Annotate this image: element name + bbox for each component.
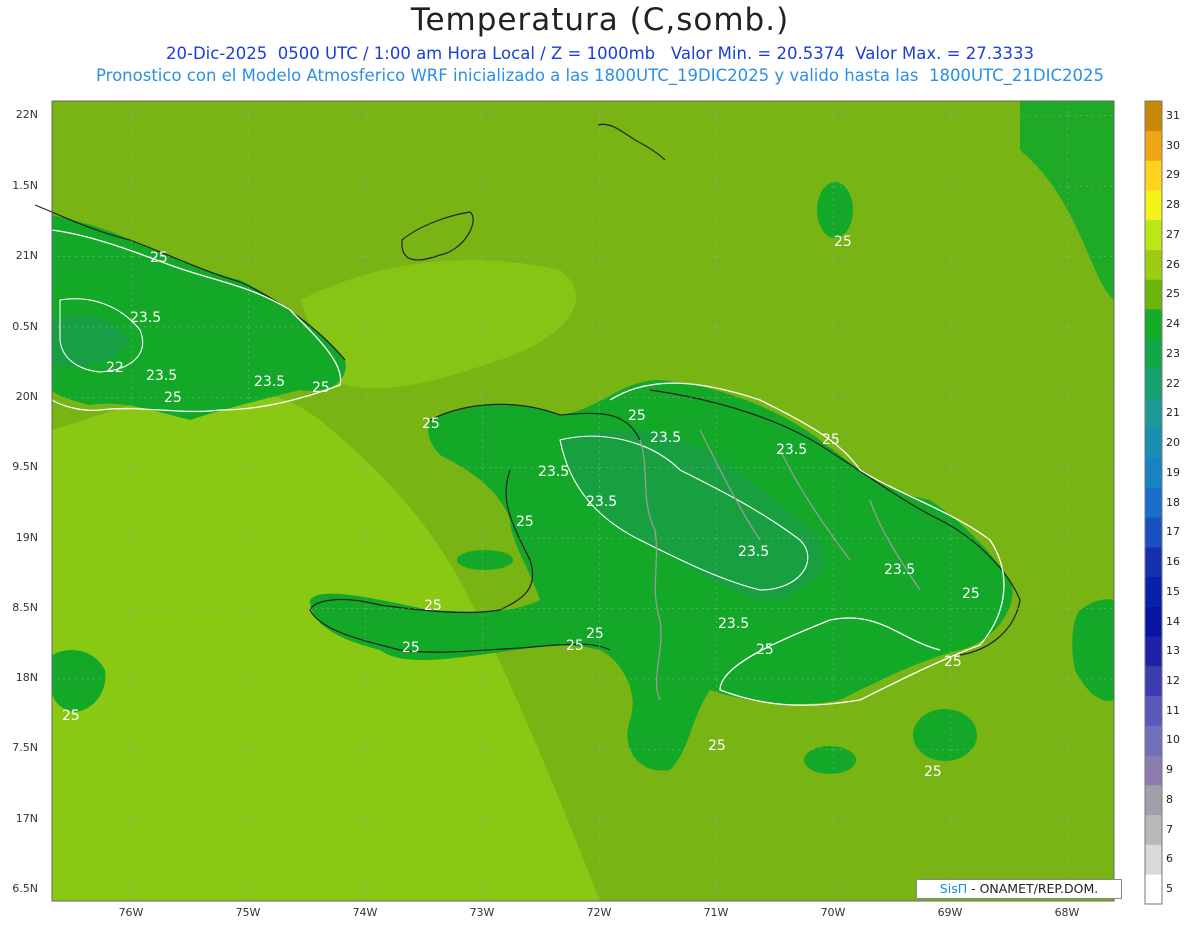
colorbar-swatch: [1145, 249, 1162, 280]
lat-label: 9.5N: [12, 460, 38, 473]
colorbar-tick-label: 8: [1166, 792, 1173, 806]
credit-text: - ONAMET/REP.DOM.: [967, 881, 1099, 896]
colorbar-swatch: [1145, 606, 1162, 637]
subtitle-valid-time: 20-Dic-2025 0500 UTC / 1:00 am Hora Loca…: [166, 44, 1034, 63]
colorbar-swatch: [1145, 844, 1162, 875]
lat-label: 0.5N: [12, 320, 38, 333]
colorbar-swatch: [1145, 755, 1162, 786]
colorbar-tick-label: 6: [1166, 852, 1173, 866]
colorbar-tick-label: 28: [1166, 198, 1180, 212]
colorbar-tick-label: 19: [1166, 465, 1180, 479]
colorbar-swatch: [1145, 874, 1162, 905]
colorbar-swatch: [1145, 101, 1162, 132]
colorbar-tick-label: 26: [1166, 257, 1180, 271]
colorbar-tick-label: 23: [1166, 346, 1180, 360]
lat-label: 22N: [15, 108, 38, 121]
colorbar-swatch: [1145, 219, 1162, 250]
colorbar-swatch: [1145, 517, 1162, 548]
subtitle-model-info: Pronostico con el Modelo Atmosferico WRF…: [96, 66, 1104, 85]
lat-label: 17N: [15, 812, 38, 825]
colorbar-tick-label: 17: [1166, 525, 1180, 539]
colorbar-tick-label: 30: [1166, 138, 1180, 152]
colorbar-tick-label: 7: [1166, 822, 1173, 836]
colorbar-swatch: [1145, 338, 1162, 369]
lon-label: 72W: [586, 906, 612, 919]
colorbar-swatch: [1145, 368, 1162, 399]
colorbar-swatch: [1145, 309, 1162, 340]
credit-box: SisΠ - ONAMET/REP.DOM.: [916, 879, 1122, 899]
colorbar-tick-label: 12: [1166, 673, 1180, 687]
lon-label: 71W: [703, 906, 729, 919]
lon-label: 70W: [820, 906, 846, 919]
colorbar-swatch: [1145, 398, 1162, 429]
colorbar-tick-label: 25: [1166, 287, 1180, 301]
colorbar-swatch: [1145, 636, 1162, 667]
lat-label: 6.5N: [12, 882, 38, 895]
colorbar-tick-label: 5: [1166, 882, 1173, 896]
colorbar-swatch: [1145, 695, 1162, 726]
colorbar-swatch: [1145, 457, 1162, 488]
colorbar-tick-label: 14: [1166, 614, 1180, 628]
lon-label: 73W: [469, 906, 495, 919]
sispi-logo: SisΠ: [939, 881, 968, 896]
lon-label: 68W: [1054, 906, 1080, 919]
temperature-map: [34, 100, 1163, 905]
colorbar-tick-label: 16: [1166, 555, 1180, 568]
colorbar-tick-label: 10: [1166, 733, 1180, 747]
colorbar-swatch: [1145, 190, 1162, 221]
colorbar-tick-label: 15: [1166, 584, 1180, 598]
colorbar-swatch: [1145, 576, 1162, 607]
lat-label: 7.5N: [12, 741, 38, 754]
lat-label: 1.5N: [12, 179, 38, 192]
lat-label: 20N: [15, 390, 38, 403]
graticule: [52, 101, 1114, 901]
lat-label: 21N: [15, 249, 38, 262]
colorbar-tick-label: 13: [1166, 644, 1180, 658]
colorbar-swatch: [1145, 666, 1162, 697]
lat-label: 18N: [15, 671, 38, 684]
lon-label: 75W: [235, 906, 261, 919]
colorbar-tick-label: 22: [1166, 376, 1180, 390]
colorbar-swatch: [1145, 814, 1162, 845]
lon-label: 74W: [352, 906, 378, 919]
map-title: Temperatura (C,somb.): [410, 2, 790, 38]
colorbar-swatch: [1145, 725, 1162, 756]
colorbar-tick-label: 11: [1166, 703, 1180, 717]
colorbar-swatch: [1145, 785, 1162, 816]
lon-label: 69W: [937, 906, 963, 919]
colorbar-tick-label: 9: [1166, 763, 1173, 777]
colorbar: [1145, 101, 1162, 905]
colorbar-swatch: [1145, 487, 1162, 518]
colorbar-swatch: [1145, 279, 1162, 310]
colorbar-tick-label: 29: [1166, 168, 1180, 182]
lon-label: 76W: [118, 906, 144, 919]
colorbar-swatch: [1145, 160, 1162, 191]
lat-label: 8.5N: [12, 601, 38, 614]
colorbar-tick-label: 21: [1166, 406, 1180, 420]
colorbar-tick-label: 24: [1166, 317, 1180, 331]
colorbar-tick-label: 20: [1166, 436, 1180, 449]
colorbar-swatch: [1145, 428, 1162, 459]
colorbar-tick-label: 31: [1166, 108, 1180, 122]
colorbar-swatch: [1145, 130, 1162, 161]
colorbar-tick-label: 27: [1166, 227, 1180, 241]
lat-label: 19N: [15, 531, 38, 544]
colorbar-tick-label: 18: [1166, 495, 1180, 509]
colorbar-swatch: [1145, 547, 1162, 578]
